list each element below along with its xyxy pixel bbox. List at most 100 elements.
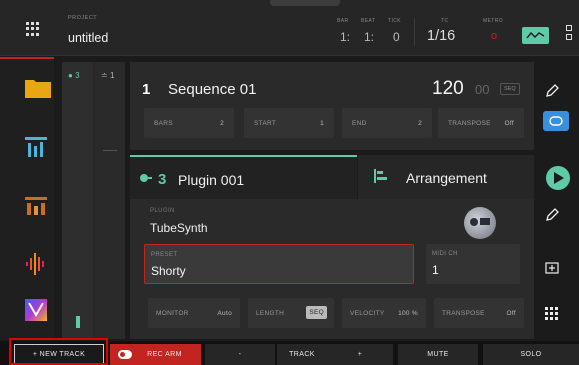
automation-button[interactable] [522,27,549,44]
track-strip-label-3: ● 3 [68,71,80,80]
param-label: LENGTH [256,310,285,317]
beat-value[interactable]: 1: [364,30,374,44]
param-value: 2 [418,120,422,127]
arrangement-tab[interactable]: Arrangement [358,155,534,199]
solo-button[interactable]: SOLO [483,344,579,365]
tc-label: TC [441,18,449,24]
automation-icon [526,31,545,39]
track-strip: ● 3 ≐ 1 [62,62,125,339]
midi-channel-field[interactable]: MIDI CH 1 [426,244,520,284]
sequence-tempo-badge[interactable]: SEQ [500,83,520,95]
sequence-params: BARS 2 START 1 END 2 TRANSPOSE Off [130,108,534,138]
track-minus-button[interactable]: - [205,344,275,365]
param-value: Off [506,310,516,317]
param-value: Auto [217,310,232,317]
insert-plugin-icon[interactable] [545,260,559,274]
param-value-badge: SEQ [306,306,327,319]
param-transpose[interactable]: TRANSPOSE Off [438,108,524,138]
divider [414,18,415,46]
track-column-3[interactable]: ● 3 [62,62,93,339]
bar-value[interactable]: 1: [340,30,350,44]
track-number: 3 [158,171,167,188]
edit-plugin-pencil-icon[interactable] [545,208,559,222]
track-plus-button[interactable]: + [327,344,393,365]
sequence-name[interactable]: Sequence 01 [168,81,256,98]
param-label: MONITOR [156,310,189,317]
param-value: 1 [320,120,324,127]
param-label: VELOCITY [350,310,385,317]
plugin-panel: PLUGIN TubeSynth PRESET Shorty MIDI CH 1… [130,199,534,339]
param-monitor[interactable]: MONITOR Auto [148,298,240,328]
project-label: PROJECT [68,15,98,21]
sample-edit-icon[interactable] [25,253,47,275]
browser-icon[interactable] [25,299,47,321]
pad-grid-icon[interactable] [545,307,559,321]
edit-pencil-icon[interactable] [545,84,559,98]
project-name[interactable]: untitled [68,31,108,45]
mode-sidebar [0,57,54,340]
track-strip-label-1: ≐ 1 [101,71,115,80]
param-label: START [254,120,277,127]
loop-button[interactable] [543,111,569,131]
tick-value[interactable]: 0 [393,30,400,44]
track-name: Plugin 001 [178,172,245,188]
sidebar-accent [0,57,54,59]
track-column-1[interactable]: ≐ 1 [95,62,125,339]
rec-arm-label: REC ARM [147,351,182,358]
param-label: BARS [154,120,173,127]
param-label: TRANSPOSE [442,310,485,317]
arrangement-label: Arrangement [406,170,487,186]
track-type-icon [140,174,152,182]
mute-button[interactable]: MUTE [398,344,478,365]
top-notch [270,0,340,6]
midi-channel-value: 1 [432,263,439,277]
top-bar: PROJECT untitled BAR BEAT TICK 1: 1: 0 T… [0,0,579,56]
play-icon [554,172,564,184]
param-velocity[interactable]: VELOCITY 100 % [342,298,426,328]
folder-icon[interactable] [25,78,51,98]
plugin-label: PLUGIN [150,208,175,214]
loop-icon [549,116,563,126]
metro-label: METRO [483,18,504,24]
param-value: 2 [220,120,224,127]
beat-label: BEAT [361,18,376,24]
menu-grid-icon[interactable] [26,22,40,36]
preset-value: Shorty [151,264,186,278]
step-sequencer-icon[interactable] [25,197,47,215]
param-label: END [352,120,367,127]
param-bars[interactable]: BARS 2 [144,108,234,138]
play-button[interactable] [546,166,570,190]
param-value: Off [504,120,514,127]
rec-arm-button[interactable]: REC ARM [110,344,201,365]
tempo-fraction[interactable]: 00 [475,82,489,97]
track-level-meter [76,316,80,328]
preset-field[interactable]: PRESET Shorty [144,244,414,284]
plugin-value[interactable]: TubeSynth [150,221,208,235]
bar-label: BAR [337,18,349,24]
midi-channel-label: MIDI CH [432,251,458,257]
window-icons[interactable] [566,25,574,43]
track-header-row: 3 Plugin 001 Arrangement [130,155,534,199]
metro-value[interactable]: o [491,30,497,42]
param-label: TRANSPOSE [448,120,491,127]
tick-label: TICK [388,18,401,24]
rec-icon [118,350,132,359]
tempo-value[interactable]: 120 [432,78,464,100]
sequence-number: 1 [142,81,151,98]
track-tab[interactable]: 3 Plugin 001 [130,155,357,199]
track-label: TRACK [277,344,327,365]
preset-label: PRESET [151,252,178,258]
param-value: 100 % [398,310,418,317]
param-end[interactable]: END 2 [342,108,432,138]
highlight-outline [9,338,108,365]
param-transpose[interactable]: TRANSPOSE Off [434,298,524,328]
arrangement-icon [374,169,387,183]
param-start[interactable]: START 1 [244,108,334,138]
tc-value[interactable]: 1/16 [427,28,455,44]
mixer-icon[interactable] [25,137,47,157]
param-length[interactable]: LENGTH SEQ [248,298,334,328]
strip-marker [103,150,117,151]
plugin-thumbnail-icon [470,218,490,226]
plugin-params: MONITOR Auto LENGTH SEQ VELOCITY 100 % T… [144,298,524,328]
plugin-avatar[interactable] [464,207,496,239]
